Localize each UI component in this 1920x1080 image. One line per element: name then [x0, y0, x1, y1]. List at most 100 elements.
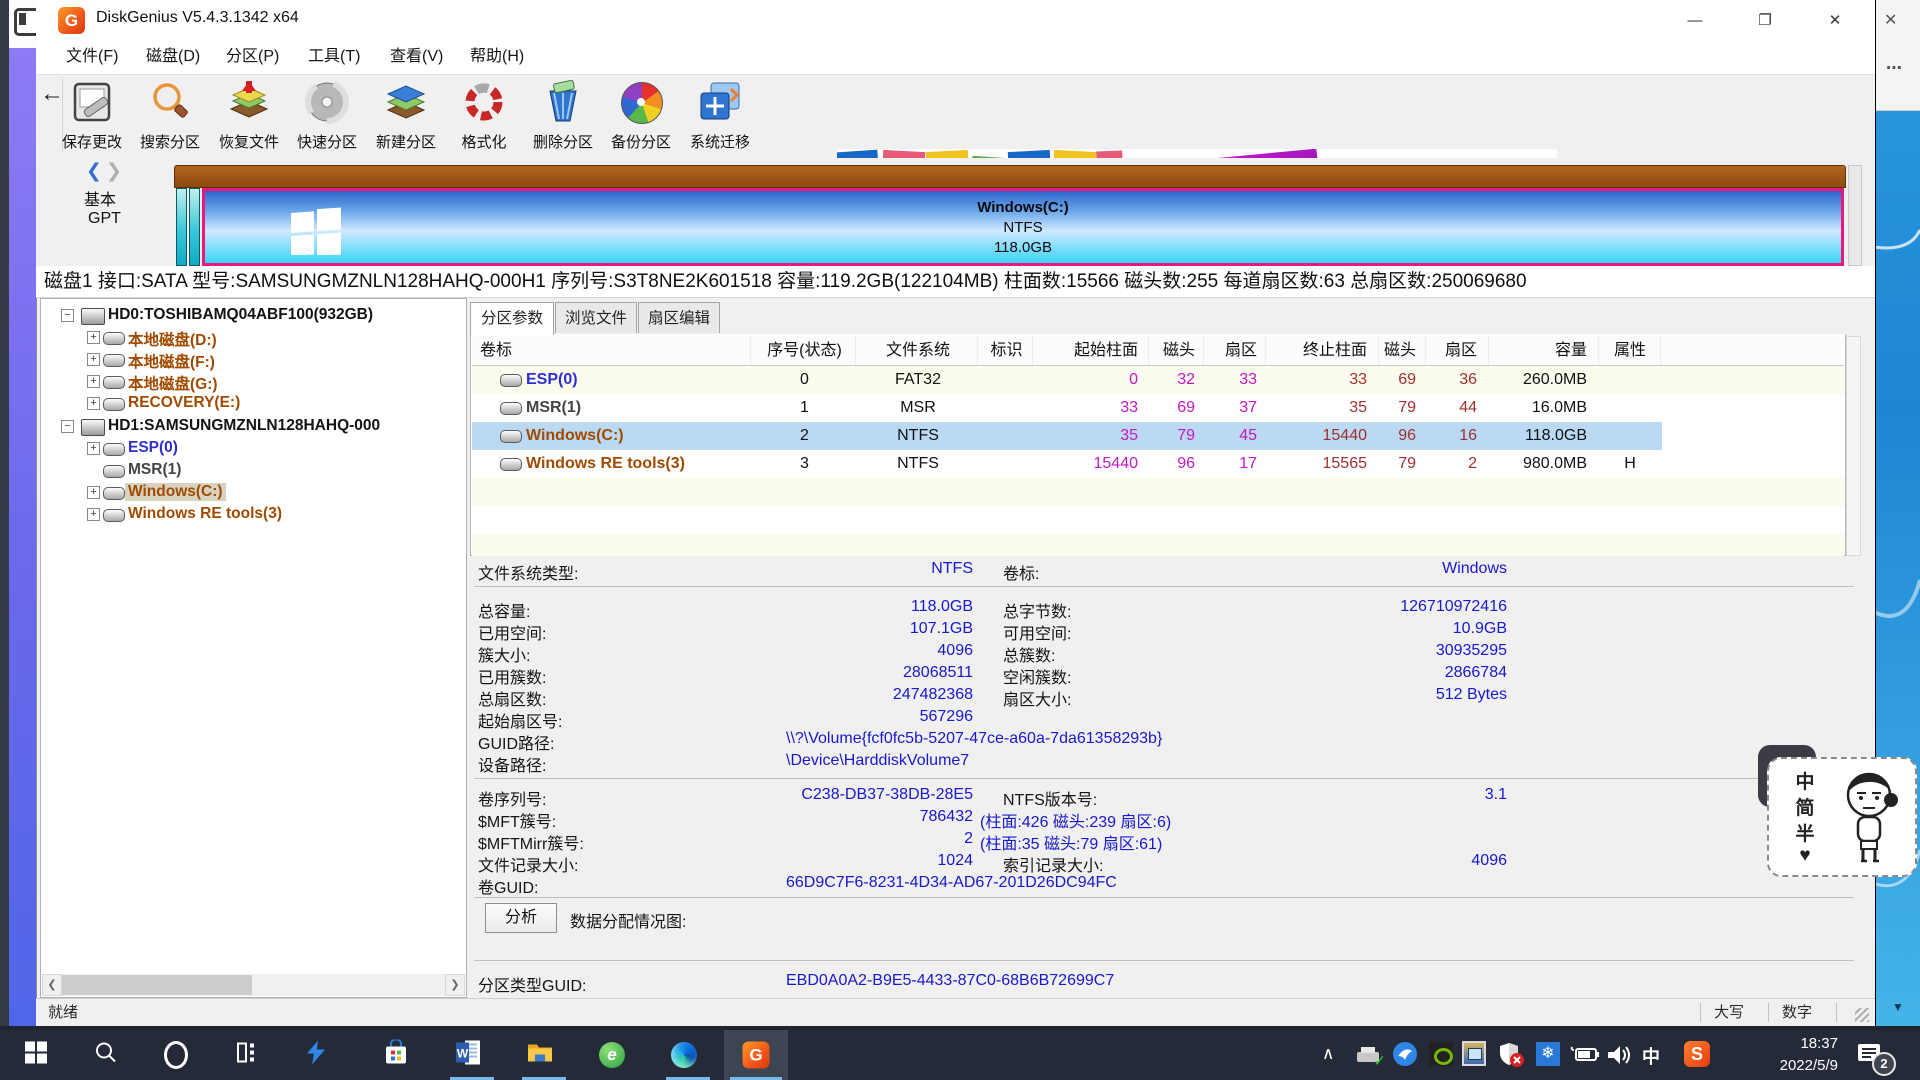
- menu-tools[interactable]: 工具(T): [302, 40, 366, 74]
- menu-view[interactable]: 查看(V): [384, 40, 449, 74]
- toolbar-save-changes[interactable]: 保存更改: [54, 77, 130, 157]
- partition-label: Windows(C:): [205, 199, 1841, 216]
- taskbar-green-browser-button[interactable]: e: [588, 1030, 636, 1080]
- nav-right-icon[interactable]: ❯: [106, 160, 122, 183]
- toolbar-recover-files[interactable]: 恢复文件: [211, 77, 287, 157]
- toolbar-backup-partition[interactable]: 备份分区: [603, 77, 679, 157]
- partition-map-panel: ❮ ❯ 基本 GPT Windows(C:) NTFS 118.0GB: [36, 158, 1875, 266]
- nav-left-icon[interactable]: ❮: [86, 160, 102, 183]
- scroll-left-icon[interactable]: ❮: [42, 974, 62, 996]
- table-row-esp[interactable]: ESP(0) 0 FAT32 0 32 33 33 69 36 260.0MB: [472, 366, 1844, 394]
- menu-bar: 文件(F) 磁盘(D) 分区(P) 工具(T) 查看(V) 帮助(H): [36, 40, 1875, 74]
- toolbar-quick-partition[interactable]: 快速分区: [289, 77, 365, 157]
- tree-item-recovery-e[interactable]: + RECOVERY(E:): [41, 393, 466, 415]
- expander-icon[interactable]: +: [87, 331, 100, 344]
- analyze-button[interactable]: 分析: [485, 903, 557, 933]
- expander-icon[interactable]: +: [87, 508, 100, 521]
- taskbar-start-button[interactable]: [12, 1030, 60, 1080]
- tray-defender-icon[interactable]: [1498, 1041, 1526, 1074]
- menu-file[interactable]: 文件(F): [60, 40, 124, 74]
- taskbar-explorer-button[interactable]: [516, 1030, 564, 1080]
- taskbar-store-button[interactable]: [372, 1030, 420, 1080]
- tray-nvidia-icon[interactable]: [1429, 1042, 1453, 1066]
- ime-heart-icon[interactable]: ♥: [1793, 845, 1817, 867]
- scrollbar-thumb[interactable]: [62, 975, 252, 995]
- partition-panel-scrollbar[interactable]: [1848, 165, 1862, 266]
- tree-item-esp[interactable]: + ESP(0): [41, 438, 466, 460]
- ime-halfwidth-indicator[interactable]: 半: [1793, 819, 1817, 846]
- taskbar-diskgenius-button[interactable]: G: [732, 1030, 780, 1080]
- minimize-button[interactable]: —: [1678, 8, 1712, 34]
- menu-disk[interactable]: 磁盘(D): [140, 40, 206, 74]
- partition-icon: [500, 374, 522, 387]
- tree-item-local-f[interactable]: + 本地磁盘(F:): [41, 349, 466, 371]
- taskbar-clock[interactable]: 18:37 2022/5/9: [1752, 1033, 1838, 1077]
- tray-printer-icon[interactable]: ✓: [1355, 1044, 1383, 1073]
- mftmirr-chs: (柱面:35 磁头:79 扇区:61): [980, 830, 1162, 854]
- toolbar-search-partition[interactable]: 搜索分区: [132, 77, 208, 157]
- background-more-icon[interactable]: ⋯: [1886, 58, 1902, 78]
- resize-grip[interactable]: [1855, 1008, 1869, 1022]
- tab-sector-edit[interactable]: 扇区编辑: [638, 302, 720, 333]
- expander-icon[interactable]: +: [87, 375, 100, 388]
- table-row-windows-selected[interactable]: Windows(C:) 2 NTFS 35 79 45 15440 96 16 …: [472, 422, 1662, 450]
- expander-icon[interactable]: −: [61, 309, 74, 322]
- vol-label-label: 卷标:: [1003, 560, 1039, 584]
- toolbar-system-migrate[interactable]: 系统迁移: [682, 77, 758, 157]
- taskbar-lightning-app[interactable]: [292, 1030, 340, 1080]
- taskbar-search-button[interactable]: [82, 1030, 130, 1080]
- tab-partition-params[interactable]: 分区参数: [470, 302, 554, 335]
- partition-block-windows-c[interactable]: Windows(C:) NTFS 118.0GB: [202, 188, 1844, 266]
- tab-browse-files[interactable]: 浏览文件: [555, 302, 637, 333]
- tray-sogou-icon[interactable]: S: [1684, 1041, 1710, 1067]
- expander-icon[interactable]: +: [87, 486, 100, 499]
- table-row-msr[interactable]: MSR(1) 1 MSR 33 69 37 35 79 44 16.0MB: [472, 394, 1844, 422]
- table-vertical-scrollbar[interactable]: [1846, 336, 1861, 556]
- maximize-button[interactable]: ❐: [1748, 8, 1782, 34]
- tree-item-windows-re[interactable]: + Windows RE tools(3): [41, 504, 466, 526]
- tree-item-hd1[interactable]: − HD1:SAMSUNGMZNLN128HAHQ-000: [41, 416, 466, 438]
- scroll-right-icon[interactable]: ❯: [445, 974, 465, 996]
- toolbar-delete-partition[interactable]: 删除分区: [525, 77, 601, 157]
- background-caret-icon[interactable]: ▼: [1892, 1000, 1904, 1014]
- frs-value: 1024: [650, 852, 973, 870]
- table-header[interactable]: 卷标 序号(状态) 文件系统 标识 起始柱面 磁头 扇区 终止柱面 磁头 扇区 …: [472, 336, 1844, 366]
- taskbar-edge-button[interactable]: [660, 1030, 708, 1080]
- search-icon: [147, 79, 193, 125]
- sogou-ime-statusbar[interactable]: 中 简 半 ♥: [1767, 757, 1917, 877]
- table-row-windows-re[interactable]: Windows RE tools(3) 3 NTFS 15440 96 17 1…: [472, 450, 1844, 478]
- expander-icon[interactable]: +: [87, 353, 100, 366]
- frs-label: 文件记录大小:: [478, 852, 578, 876]
- tree-item-hd0[interactable]: − HD0:TOSHIBAMQ04ABF100(932GB): [41, 305, 466, 327]
- tree-horizontal-scrollbar[interactable]: ❮ ❯: [42, 974, 465, 996]
- menu-partition[interactable]: 分区(P): [220, 40, 285, 74]
- expander-icon[interactable]: +: [87, 442, 100, 455]
- taskbar-cortana-button[interactable]: [152, 1030, 200, 1080]
- disk-band[interactable]: [174, 165, 1846, 188]
- tray-volume-icon[interactable]: [1606, 1043, 1634, 1072]
- tray-battery-icon[interactable]: [1570, 1044, 1600, 1069]
- tray-intel-graphics-icon[interactable]: [1462, 1041, 1486, 1066]
- toolbar-new-partition[interactable]: 新建分区: [368, 77, 444, 157]
- partition-icon: [103, 509, 125, 522]
- menu-help[interactable]: 帮助(H): [464, 40, 530, 74]
- tree-item-windows-c[interactable]: + Windows(C:): [41, 482, 466, 504]
- tree-item-local-g[interactable]: + 本地磁盘(G:): [41, 371, 466, 393]
- tray-expand-icon[interactable]: ∧: [1322, 1044, 1334, 1064]
- expander-icon[interactable]: −: [61, 420, 74, 433]
- background-close-icon[interactable]: ✕: [1884, 10, 1897, 30]
- taskbar-task-view-button[interactable]: [222, 1030, 270, 1080]
- close-button[interactable]: ✕: [1818, 8, 1852, 34]
- partition-sliver-esp[interactable]: [176, 188, 187, 266]
- tree-item-local-d[interactable]: + 本地磁盘(D:): [41, 327, 466, 349]
- tree-item-msr[interactable]: MSR(1): [41, 460, 466, 482]
- taskbar-word-button[interactable]: W: [444, 1030, 492, 1080]
- tray-bird-icon[interactable]: [1393, 1042, 1417, 1066]
- partition-sliver-msr[interactable]: [189, 188, 200, 266]
- ime-simplified-indicator[interactable]: 简: [1793, 793, 1817, 820]
- tray-ime-indicator[interactable]: 中: [1642, 1043, 1660, 1069]
- expander-icon[interactable]: +: [87, 397, 100, 410]
- tray-snowflake-icon[interactable]: ❄: [1536, 1042, 1560, 1066]
- ime-lang-indicator[interactable]: 中: [1793, 767, 1817, 794]
- toolbar-format[interactable]: 格式化: [446, 77, 522, 157]
